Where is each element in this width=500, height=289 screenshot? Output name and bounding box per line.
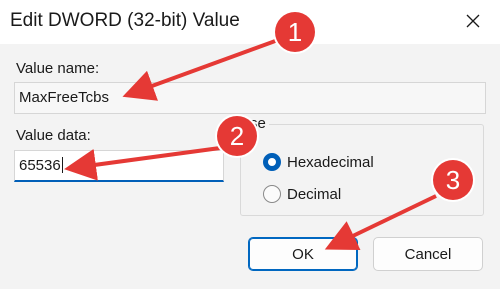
annotation-badge-2: 2 <box>217 116 257 156</box>
arrow-3 <box>324 194 437 251</box>
annotation-badge-3: 3 <box>433 160 473 200</box>
arrow-2 <box>64 146 221 181</box>
annotation-badge-1: 1 <box>275 12 315 52</box>
arrow-1 <box>122 38 279 101</box>
